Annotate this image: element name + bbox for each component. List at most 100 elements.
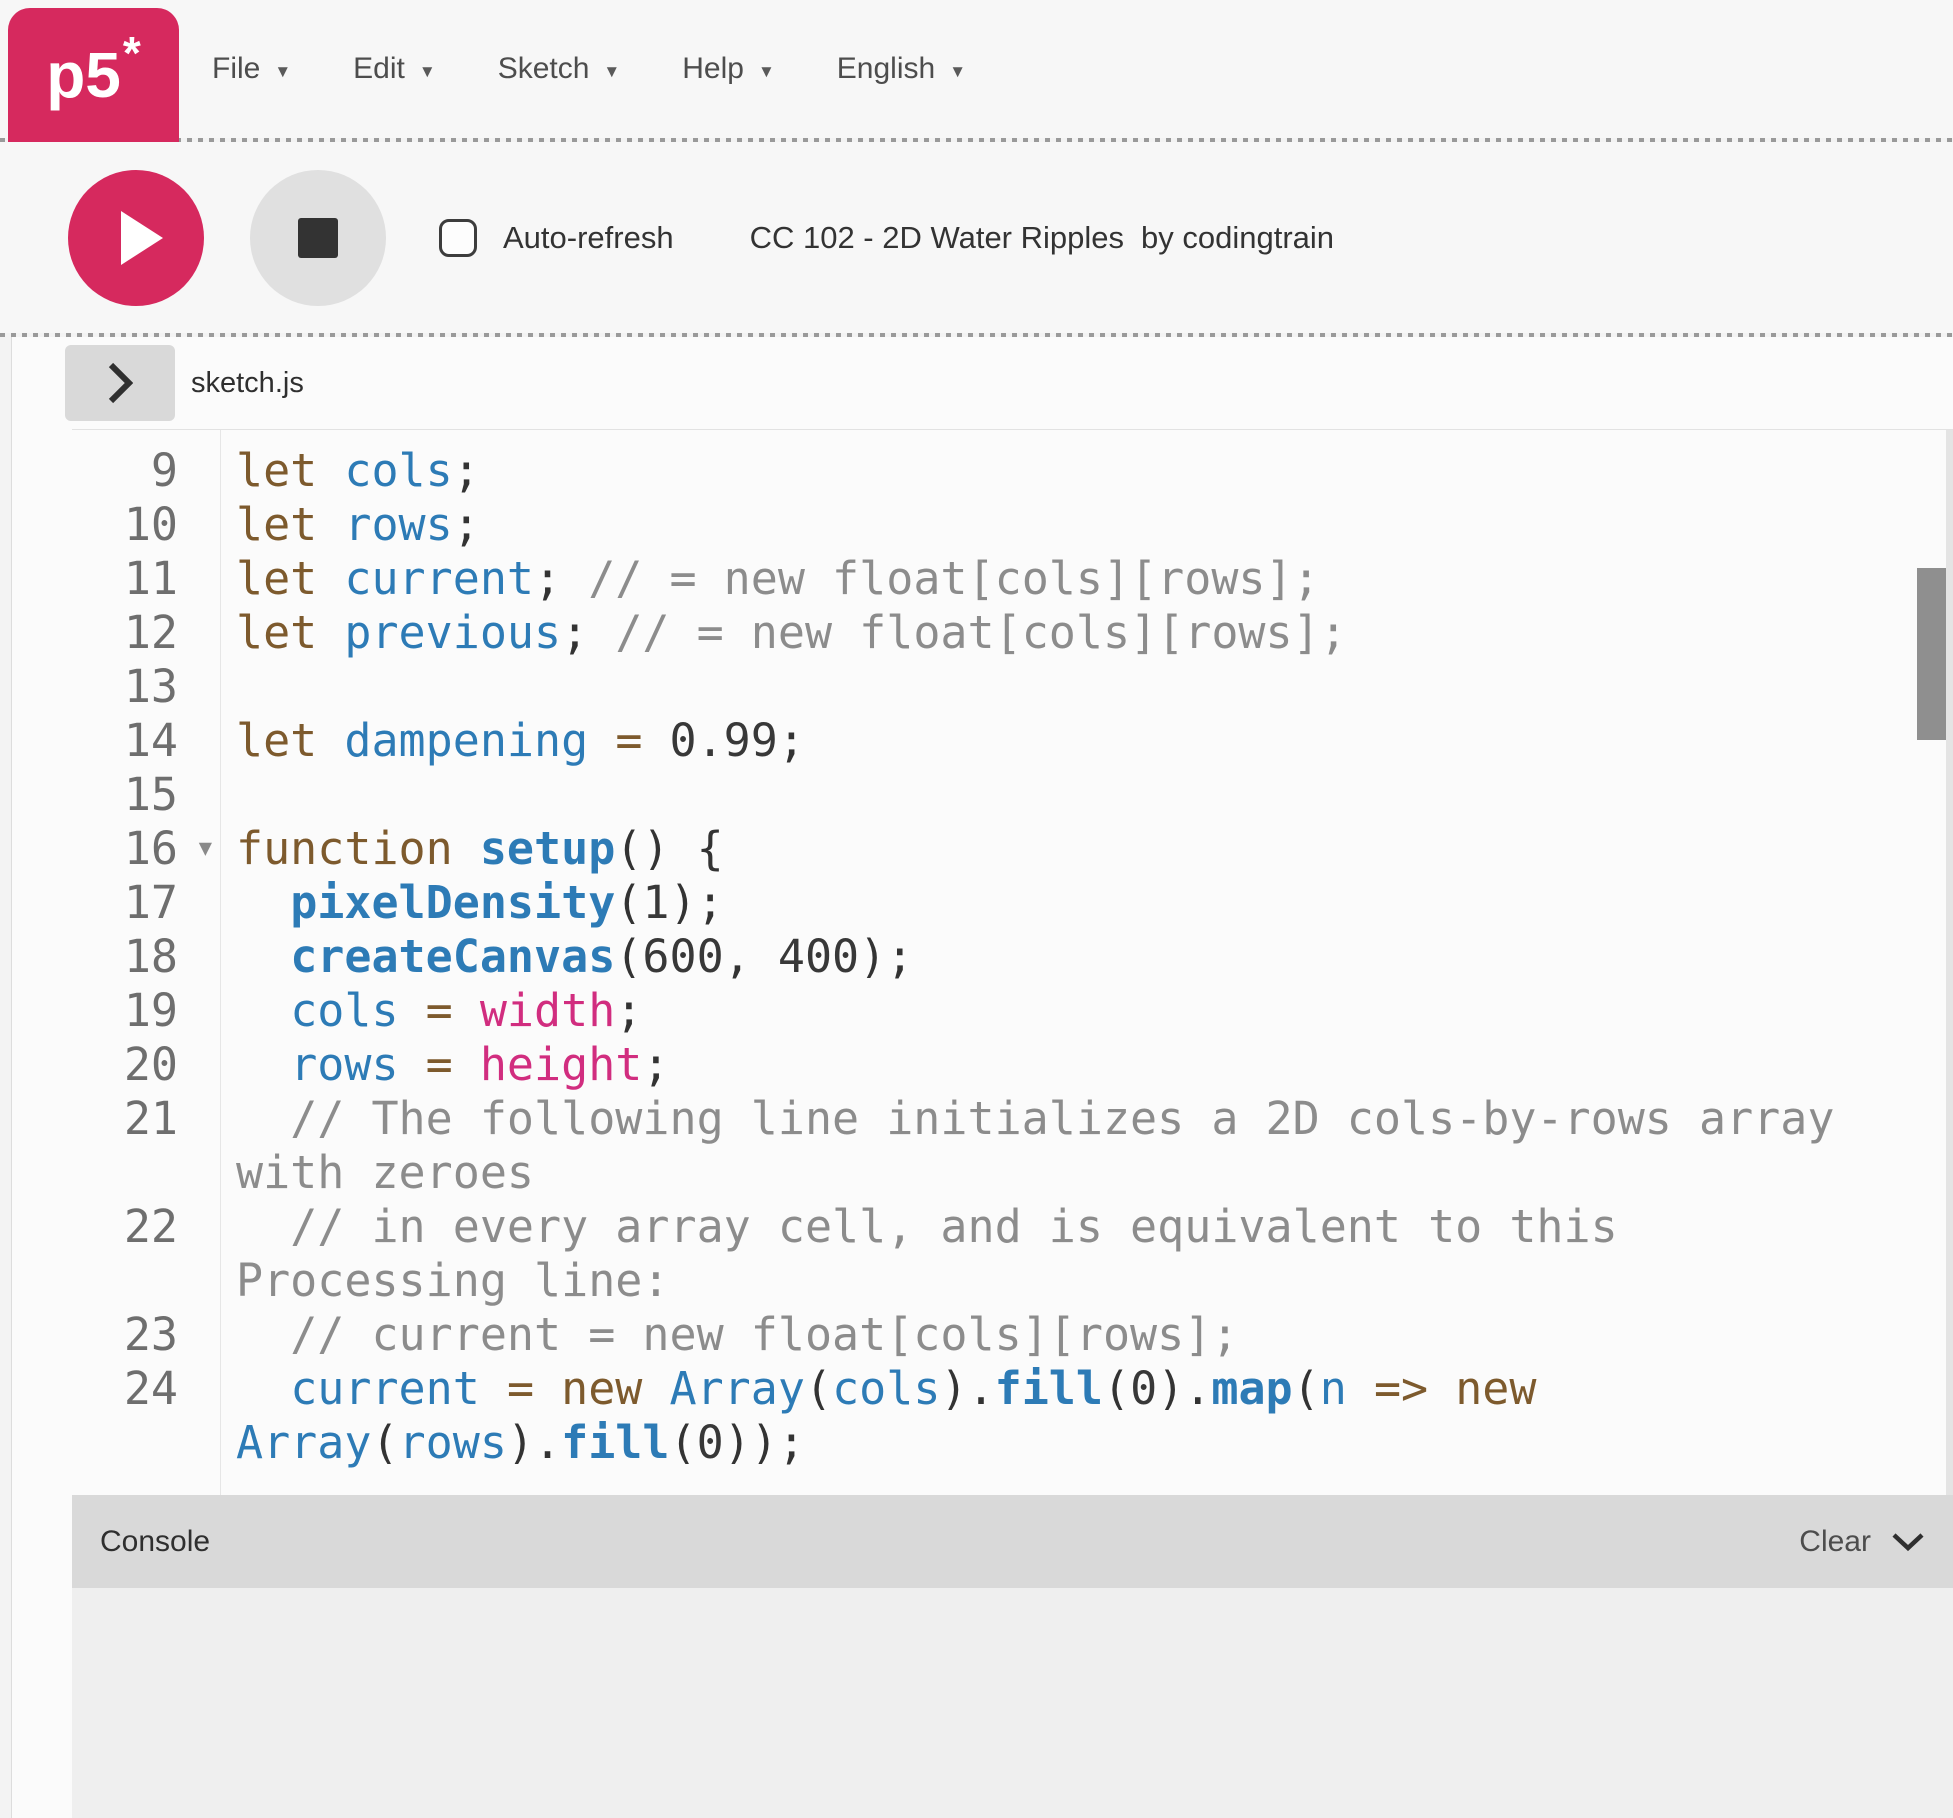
play-icon — [121, 211, 163, 265]
code-token — [236, 1308, 290, 1361]
code-text: function setup() { — [220, 822, 1900, 876]
code-token: 0.99 — [670, 714, 778, 767]
menu-help[interactable]: Help ▼ — [682, 52, 775, 86]
code-editor[interactable]: 9let cols;10let rows;11let current; // =… — [72, 429, 1953, 1495]
code-token: setup — [480, 822, 615, 875]
code-token — [236, 1092, 290, 1145]
auto-refresh-checkbox[interactable] — [439, 219, 477, 257]
code-token: // The following line initializes a 2D c… — [236, 1092, 1862, 1199]
menu-edit[interactable]: Edit ▼ — [353, 52, 436, 86]
code-line[interactable]: 24 current = new Array(cols).fill(0).map… — [72, 1362, 1953, 1470]
code-line[interactable]: 22 // in every array cell, and is equiva… — [72, 1200, 1953, 1308]
menu-language[interactable]: English ▼ — [837, 52, 966, 86]
code-token: fill — [995, 1362, 1103, 1415]
project-title: CC 102 - 2D Water Ripples — [750, 220, 1124, 256]
file-tab-bar: sketch.js — [12, 337, 1953, 429]
code-line[interactable]: 19 cols = width; — [72, 984, 1953, 1038]
code-token: ; — [534, 552, 588, 605]
code-token: createCanvas — [290, 930, 615, 983]
code-line[interactable]: 20 rows = height; — [72, 1038, 1953, 1092]
console-header: Console Clear — [72, 1495, 1953, 1588]
menu-bar: File ▼ Edit ▼ Sketch ▼ Help ▼ English ▼ — [212, 0, 966, 138]
code-token: ). — [940, 1362, 994, 1415]
owner-link[interactable]: by codingtrain — [1141, 220, 1334, 256]
gutter-cell: 14 — [72, 714, 220, 768]
menu-file[interactable]: File ▼ — [212, 52, 291, 86]
code-token: ( — [805, 1362, 832, 1415]
code-token: )); — [724, 1416, 805, 1469]
gutter-cell: 13 — [72, 660, 220, 714]
p5-logo[interactable]: p5* — [8, 8, 179, 142]
code-text: current = new Array(cols).fill(0).map(n … — [220, 1362, 1900, 1470]
line-number: 22 — [124, 1200, 178, 1253]
code-token — [453, 984, 480, 1037]
code-line[interactable]: 11let current; // = new float[cols][rows… — [72, 552, 1953, 606]
code-token: map — [1211, 1362, 1292, 1415]
code-token: rows — [399, 1416, 507, 1469]
code-token — [317, 444, 344, 497]
code-line[interactable]: 18 createCanvas(600, 400); — [72, 930, 1953, 984]
code-token: ; — [615, 984, 642, 1037]
code-token — [1347, 1362, 1374, 1415]
code-token — [317, 498, 344, 551]
chevron-down-icon: ▼ — [949, 57, 966, 82]
code-token: // = new float[cols][rows]; — [588, 552, 1320, 605]
code-line[interactable]: 17 pixelDensity(1); — [72, 876, 1953, 930]
console-actions: Clear — [1799, 1525, 1925, 1559]
scrollbar-track — [1946, 430, 1953, 1495]
code-token: dampening — [344, 714, 588, 767]
tab-sketch-js[interactable]: sketch.js — [191, 367, 304, 400]
code-token: cols — [832, 1362, 940, 1415]
code-token — [642, 1362, 669, 1415]
code-token: 600 — [642, 930, 723, 983]
code-token: ( — [670, 1416, 697, 1469]
console-collapse-button[interactable] — [1891, 1532, 1925, 1552]
code-line[interactable]: 9let cols; — [72, 444, 1953, 498]
code-line[interactable]: 14let dampening = 0.99; — [72, 714, 1953, 768]
code-token: ( — [615, 876, 642, 929]
code-line[interactable]: 15 — [72, 768, 1953, 822]
code-token: ). — [1157, 1362, 1211, 1415]
fold-arrow-icon[interactable]: ▼ — [199, 838, 212, 860]
code-token — [317, 714, 344, 767]
code-token — [236, 1038, 290, 1091]
code-text: let cols; — [220, 444, 1900, 498]
gutter-cell: 24 — [72, 1362, 220, 1470]
code-token: => — [1374, 1362, 1428, 1415]
menu-edit-label: Edit — [353, 52, 405, 86]
code-token — [236, 984, 290, 1037]
console-clear-button[interactable]: Clear — [1799, 1525, 1871, 1559]
gutter-cell: 18 — [72, 930, 220, 984]
code-line[interactable]: 21 // The following line initializes a 2… — [72, 1092, 1953, 1200]
code-token: new — [561, 1362, 642, 1415]
code-line[interactable]: 23 // current = new float[cols][rows]; — [72, 1308, 1953, 1362]
code-token: ; — [453, 498, 480, 551]
code-token — [236, 1200, 290, 1253]
code-token — [1537, 1362, 1564, 1415]
code-token: current — [290, 1362, 480, 1415]
code-line[interactable]: 13 — [72, 660, 1953, 714]
code-token: let — [236, 552, 317, 605]
play-button[interactable] — [68, 170, 204, 306]
stop-button[interactable] — [250, 170, 386, 306]
console-label: Console — [100, 1525, 210, 1559]
code-token — [642, 714, 669, 767]
gutter-cell: 22 — [72, 1200, 220, 1308]
code-token — [453, 822, 480, 875]
code-line[interactable]: 12let previous; // = new float[cols][row… — [72, 606, 1953, 660]
top-header: p5* File ▼ Edit ▼ Sketch ▼ Help ▼ Englis… — [0, 0, 1953, 138]
sidebar-expand-button[interactable] — [65, 345, 175, 421]
scrollbar-thumb[interactable] — [1917, 568, 1946, 740]
code-token: rows — [344, 498, 452, 551]
code-token: let — [236, 714, 317, 767]
code-line[interactable]: 10let rows; — [72, 498, 1953, 552]
code-token: cols — [344, 444, 452, 497]
code-token — [236, 1362, 290, 1415]
code-token: let — [236, 606, 317, 659]
code-line[interactable]: 16▼function setup() { — [72, 822, 1953, 876]
menu-sketch[interactable]: Sketch ▼ — [498, 52, 621, 86]
chevron-down-icon: ▼ — [419, 57, 436, 82]
code-token: = — [426, 1038, 453, 1091]
code-text: // The following line initializes a 2D c… — [220, 1092, 1900, 1200]
code-token — [236, 930, 290, 983]
